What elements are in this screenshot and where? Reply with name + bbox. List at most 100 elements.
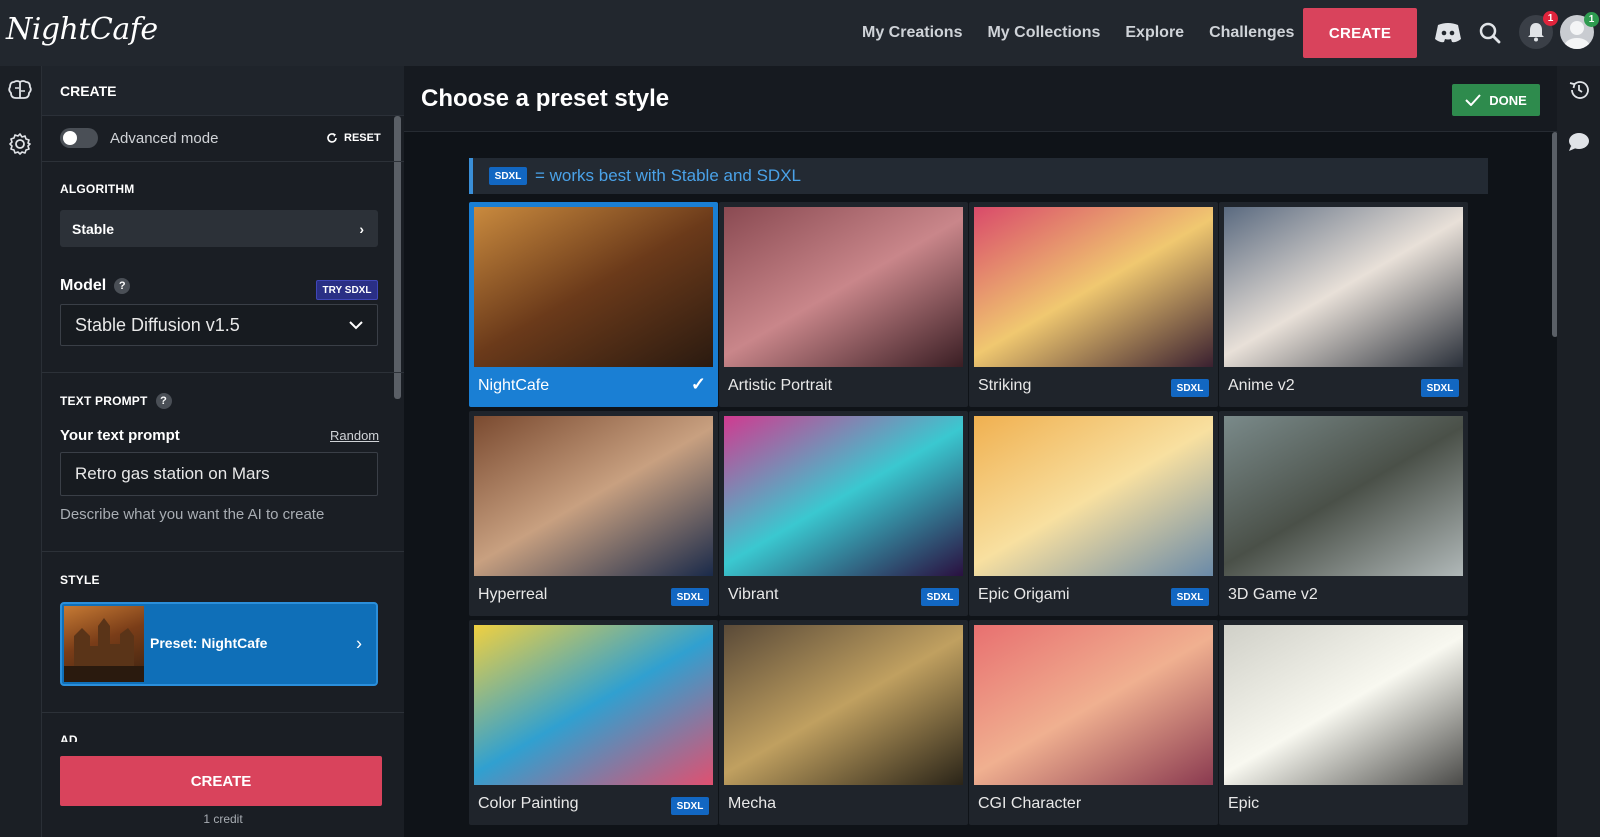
style-selector[interactable]: Preset: NightCafe › xyxy=(60,602,378,686)
model-select[interactable]: Stable Diffusion v1.5 xyxy=(60,304,378,346)
profile-badge: 1 xyxy=(1584,12,1599,27)
prompt-hint: Describe what you want the AI to create xyxy=(60,506,325,523)
sdxl-info-bar: SDXL = works best with Stable and SDXL xyxy=(469,158,1488,194)
discord-icon[interactable] xyxy=(1433,18,1463,48)
your-prompt-label: Your text prompt xyxy=(60,427,180,444)
style-name: Anime v2 xyxy=(1228,377,1295,394)
style-title: STYLE xyxy=(60,573,100,587)
sdxl-badge: SDXL xyxy=(671,588,709,606)
chevron-right-icon: › xyxy=(356,633,362,654)
style-thumbnail xyxy=(974,416,1213,576)
style-card[interactable]: Vibrant SDXL xyxy=(719,411,968,616)
divider xyxy=(42,372,404,373)
gear-icon[interactable] xyxy=(5,129,35,159)
style-thumbnail xyxy=(1224,416,1463,576)
prompt-input[interactable]: Retro gas station on Mars xyxy=(60,452,378,496)
style-thumbnail xyxy=(724,416,963,576)
style-thumbnail xyxy=(724,625,963,785)
style-name: Hyperreal xyxy=(478,586,548,603)
top-navbar: NightCafe My Creations My Collections Ex… xyxy=(0,0,1600,66)
random-prompt-link[interactable]: Random xyxy=(330,428,379,443)
algorithm-select[interactable]: Stable › xyxy=(60,210,378,247)
style-name: Vibrant xyxy=(728,586,779,603)
help-icon[interactable]: ? xyxy=(155,393,172,409)
style-name: Striking xyxy=(978,377,1032,394)
try-sdxl-badge[interactable]: TRY SDXL xyxy=(316,280,378,300)
notifications-bell-icon[interactable]: 1 xyxy=(1519,11,1558,49)
panel-scrollbar[interactable] xyxy=(394,116,401,399)
nav-my-collections[interactable]: My Collections xyxy=(987,24,1100,42)
brain-icon[interactable] xyxy=(5,75,35,105)
search-icon[interactable] xyxy=(1475,18,1505,48)
style-name: Epic Origami xyxy=(978,586,1070,603)
algorithm-title: ALGORITHM xyxy=(60,182,135,196)
style-card[interactable]: 3D Game v2 xyxy=(1219,411,1468,616)
nav-challenges[interactable]: Challenges xyxy=(1209,24,1294,42)
reset-button[interactable]: RESET xyxy=(326,132,381,144)
sdxl-info-text: = works best with Stable and SDXL xyxy=(535,166,801,185)
chat-icon[interactable] xyxy=(1564,127,1594,157)
sdxl-badge: SDXL xyxy=(1421,379,1459,397)
divider xyxy=(42,551,404,552)
style-value: Preset: NightCafe xyxy=(150,635,268,651)
style-card[interactable]: Epic xyxy=(1219,620,1468,825)
style-card[interactable]: Artistic Portrait xyxy=(719,202,968,407)
notifications-badge: 1 xyxy=(1543,11,1558,26)
page-title: Choose a preset style xyxy=(421,85,670,112)
chevron-down-icon xyxy=(349,317,363,333)
credit-cost: 1 credit xyxy=(203,812,243,826)
sdxl-badge: SDXL xyxy=(1171,588,1209,606)
text-prompt-title-row: TEXT PROMPT ? xyxy=(60,393,172,409)
right-icon-rail xyxy=(1557,66,1600,837)
advanced-mode-toggle[interactable] xyxy=(60,128,98,148)
nightcafe-logo[interactable]: NightCafe xyxy=(6,12,158,47)
reset-label: RESET xyxy=(344,132,381,144)
style-thumbnail xyxy=(724,207,963,367)
create-footer: CREATE 1 credit xyxy=(42,742,404,837)
prompt-value: Retro gas station on Mars xyxy=(75,464,270,483)
model-label: Model xyxy=(60,277,107,294)
done-button[interactable]: DONE xyxy=(1452,84,1540,116)
style-card[interactable]: Striking SDXL xyxy=(969,202,1218,407)
sdxl-badge: SDXL xyxy=(921,588,959,606)
panel-header: CREATE xyxy=(42,66,404,116)
nav-my-creations[interactable]: My Creations xyxy=(862,24,962,42)
text-prompt-title: TEXT PROMPT xyxy=(60,394,148,408)
style-card[interactable]: NightCafe ✓ xyxy=(469,202,718,407)
main-nav: My Creations My Collections Explore Chal… xyxy=(862,0,1294,66)
style-card[interactable]: Hyperreal SDXL xyxy=(469,411,718,616)
panel-title: CREATE xyxy=(60,83,117,99)
style-name: CGI Character xyxy=(978,795,1082,812)
nav-explore[interactable]: Explore xyxy=(1125,24,1184,42)
style-card[interactable]: Color Painting SDXL xyxy=(469,620,718,825)
style-thumbnail xyxy=(1224,207,1463,367)
style-card[interactable]: Anime v2 SDXL xyxy=(1219,202,1468,407)
style-name: Artistic Portrait xyxy=(728,377,833,394)
style-card[interactable]: CGI Character xyxy=(969,620,1218,825)
create-button-top[interactable]: CREATE xyxy=(1303,8,1417,58)
divider xyxy=(42,712,404,713)
style-name: Color Painting xyxy=(478,795,579,812)
style-thumbnail xyxy=(474,625,713,785)
style-thumbnail xyxy=(1224,625,1463,785)
style-card[interactable]: Mecha xyxy=(719,620,968,825)
sdxl-badge: SDXL xyxy=(1171,379,1209,397)
advanced-mode-label: Advanced mode xyxy=(110,130,219,147)
style-thumbnail xyxy=(474,207,713,367)
divider xyxy=(42,161,404,162)
style-name: Epic xyxy=(1228,795,1260,812)
history-icon[interactable] xyxy=(1564,75,1594,105)
model-value: Stable Diffusion v1.5 xyxy=(75,314,240,335)
style-name: NightCafe xyxy=(478,377,550,394)
left-icon-rail xyxy=(0,66,42,837)
check-icon xyxy=(1465,94,1481,106)
help-icon[interactable]: ? xyxy=(114,278,131,294)
preset-style-chooser: Choose a preset style DONE SDXL = works … xyxy=(404,66,1558,837)
reset-icon xyxy=(327,133,337,143)
create-panel: CREATE Advanced mode RESET ALGORITHM Sta… xyxy=(42,66,404,837)
style-thumbnail xyxy=(974,625,1213,785)
create-button-bottom[interactable]: CREATE xyxy=(60,756,382,806)
style-card[interactable]: Epic Origami SDXL xyxy=(969,411,1218,616)
algorithm-value: Stable xyxy=(72,220,115,237)
model-label-row: Model ? xyxy=(60,277,131,295)
